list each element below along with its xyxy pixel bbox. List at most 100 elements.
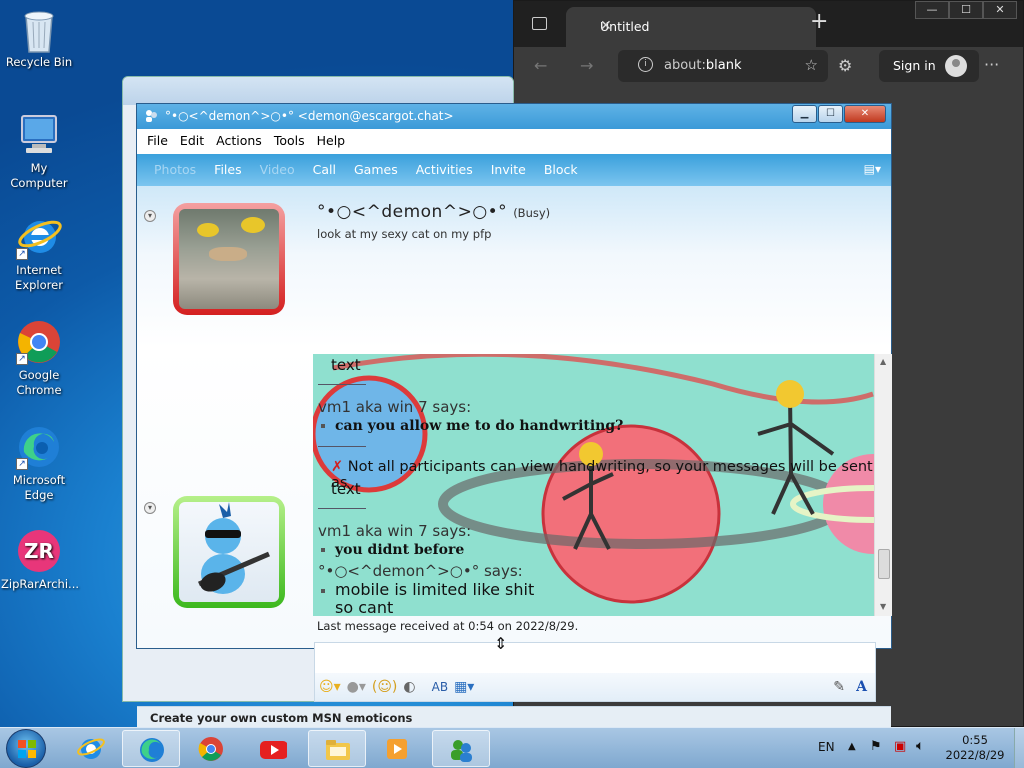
conversation-area: ▾ °•○<^demon^>○•° (Busy) look at my sexy …	[137, 186, 892, 730]
volume-icon[interactable]: 🔈︎	[916, 738, 924, 754]
contact-photo	[179, 209, 279, 309]
scroll-up-icon[interactable]: ▲	[880, 357, 886, 366]
msn-titlebar: °•○<^demon^>○•° <demon@escargot.chat> ▁ …	[137, 104, 891, 129]
desktop-icon-internet-explorer[interactable]: ↗ Internet Explorer	[1, 214, 77, 293]
maximize-button[interactable]: ☐	[949, 1, 983, 19]
custom-emoticons-link[interactable]: Create your own custom MSN emoticons	[150, 711, 412, 725]
bullet-icon	[321, 588, 325, 593]
chat-scrollbar[interactable]: ▲ ▼	[874, 354, 892, 616]
show-desktop-button[interactable]	[1014, 728, 1024, 768]
chat-message-text: you didnt before	[335, 542, 465, 558]
close-button[interactable]: ✕	[844, 105, 886, 123]
new-tab-button[interactable]: +	[810, 11, 828, 33]
forward-icon[interactable]: →	[580, 56, 593, 75]
menu-edit[interactable]: Edit	[174, 129, 210, 154]
extensions-icon[interactable]: ⚙	[838, 56, 852, 75]
desktop-icon-microsoft-edge[interactable]: ↗ Microsoft Edge	[1, 424, 77, 503]
back-icon[interactable]: ←	[534, 56, 547, 75]
start-button[interactable]	[6, 729, 46, 768]
taskbar-media-player[interactable]	[368, 730, 426, 767]
action-bar: Photos Files Video Call Games Activities…	[137, 154, 891, 186]
taskbar-msn-messenger[interactable]	[432, 730, 490, 767]
maximize-button[interactable]: ☐	[818, 105, 843, 123]
emoticon-icon[interactable]: ☺▾	[319, 679, 341, 695]
my-avatar[interactable]	[173, 496, 285, 608]
clock[interactable]: 0:55 2022/8/29	[940, 733, 1010, 763]
media-player-icon	[387, 739, 407, 759]
action-invite[interactable]: Invite	[482, 154, 535, 186]
collapse-self-icon[interactable]: ▾	[144, 502, 156, 514]
msn-conversation-window: °•○<^demon^>○•° <demon@escargot.chat> ▁ …	[136, 103, 892, 730]
text-mode-icon[interactable]: A	[856, 679, 867, 695]
contact-personal-message: look at my sexy cat on my pfp	[317, 227, 492, 241]
contact-name: °•○<^demon^>○•° (Busy)	[317, 202, 550, 222]
action-activities[interactable]: Activities	[407, 154, 482, 186]
menu-help[interactable]: Help	[311, 129, 352, 154]
more-menu-icon[interactable]: ···	[984, 55, 999, 74]
chat-message-text: mobile is limited like shit	[335, 580, 535, 599]
my-photo	[179, 502, 279, 602]
action-block[interactable]: Block	[535, 154, 587, 186]
favorite-star-icon[interactable]: ☆	[805, 56, 818, 74]
recycle-bin-icon	[16, 6, 62, 53]
menu-file[interactable]: File	[141, 129, 174, 154]
chat-history[interactable]: text vm1 aka win 7 says: can you allow m…	[313, 354, 892, 616]
info-icon[interactable]: i	[638, 57, 653, 72]
action-photos[interactable]: Photos	[145, 154, 205, 186]
chat-sender: vm1 aka win 7 says:	[318, 398, 472, 416]
taskbar-file-explorer[interactable]	[308, 730, 366, 767]
minimize-button[interactable]: ▁	[792, 105, 817, 123]
internet-explorer-icon	[77, 738, 105, 759]
tab-close-icon[interactable]: ✕	[600, 18, 806, 34]
taskbar-edge[interactable]	[122, 730, 180, 767]
folder-icon	[326, 740, 350, 760]
handwriting-icon[interactable]: ✎	[833, 679, 845, 695]
desktop-icon-ziprar[interactable]: ZR ZipRarArchi...	[1, 528, 80, 592]
window-title: °•○<^demon^>○•° <demon@escargot.chat>	[165, 109, 454, 123]
contact-avatar[interactable]	[173, 203, 285, 315]
language-indicator[interactable]: EN	[818, 740, 835, 754]
chat-line: text	[331, 356, 361, 374]
wink-icon[interactable]: ●▾	[347, 679, 366, 695]
menu-actions[interactable]: Actions	[210, 129, 268, 154]
desktop-icon-my-computer[interactable]: My Computer	[1, 112, 77, 191]
taskbar: EN ▲ ⚑ ▣ 🔈︎ 0:55 2022/8/29	[0, 727, 1024, 768]
scroll-down-icon[interactable]: ▼	[880, 602, 886, 611]
action-call[interactable]: Call	[304, 154, 345, 186]
close-button[interactable]: ✕	[983, 1, 1017, 19]
message-input-box[interactable]: ☺▾ ●▾ (☺) ◐ AB ▦▾ ✎ A	[314, 642, 876, 702]
menu-tools[interactable]: Tools	[268, 129, 311, 154]
sign-in-button[interactable]: Sign in	[879, 50, 979, 82]
background-icon[interactable]: ▦▾	[454, 679, 474, 695]
resize-cursor-icon: ⇕	[494, 634, 508, 653]
desktop-icon-google-chrome[interactable]: ↗ Google Chrome	[1, 319, 77, 398]
action-games[interactable]: Games	[345, 154, 407, 186]
edge-window-controls: — ☐ ✕	[915, 1, 1017, 21]
show-hidden-icons-icon[interactable]: ▲	[848, 741, 856, 752]
taskbar-internet-explorer[interactable]	[62, 730, 120, 767]
tab-actions-icon[interactable]	[532, 17, 547, 30]
desktop-icon-label: Microsoft Edge	[12, 473, 66, 502]
scroll-thumb[interactable]	[878, 549, 890, 579]
edge-tab[interactable]: Untitled ✕	[566, 7, 816, 47]
desktop-icon-label: ZipRarArchi...	[1, 577, 80, 591]
voice-clip-icon[interactable]: ◐	[403, 679, 415, 695]
nudge-icon[interactable]: (☺)	[372, 679, 398, 695]
minimize-button[interactable]: —	[915, 1, 949, 19]
chat-sender: vm1 aka win 7 says:	[318, 522, 472, 540]
clock-time: 0:55	[962, 733, 988, 747]
network-icon[interactable]: ▣	[894, 739, 906, 754]
action-center-icon[interactable]: ⚑	[870, 739, 882, 754]
taskbar-chrome[interactable]	[182, 730, 240, 767]
font-icon[interactable]: AB	[432, 680, 448, 694]
collapse-contact-icon[interactable]: ▾	[144, 210, 156, 222]
desktop-icon-recycle-bin[interactable]: Recycle Bin	[1, 6, 77, 70]
menu-bar: File Edit Actions Tools Help	[137, 129, 891, 154]
action-files[interactable]: Files	[205, 154, 250, 186]
action-video[interactable]: Video	[251, 154, 304, 186]
windows-logo-icon	[18, 740, 36, 758]
layout-options-icon[interactable]: ▤▾	[864, 162, 881, 176]
chat-sender: °•○<^demon^>○•° says:	[318, 562, 523, 580]
taskbar-youtube[interactable]	[244, 730, 302, 767]
address-bar[interactable]: i about:blank ☆	[618, 50, 828, 82]
